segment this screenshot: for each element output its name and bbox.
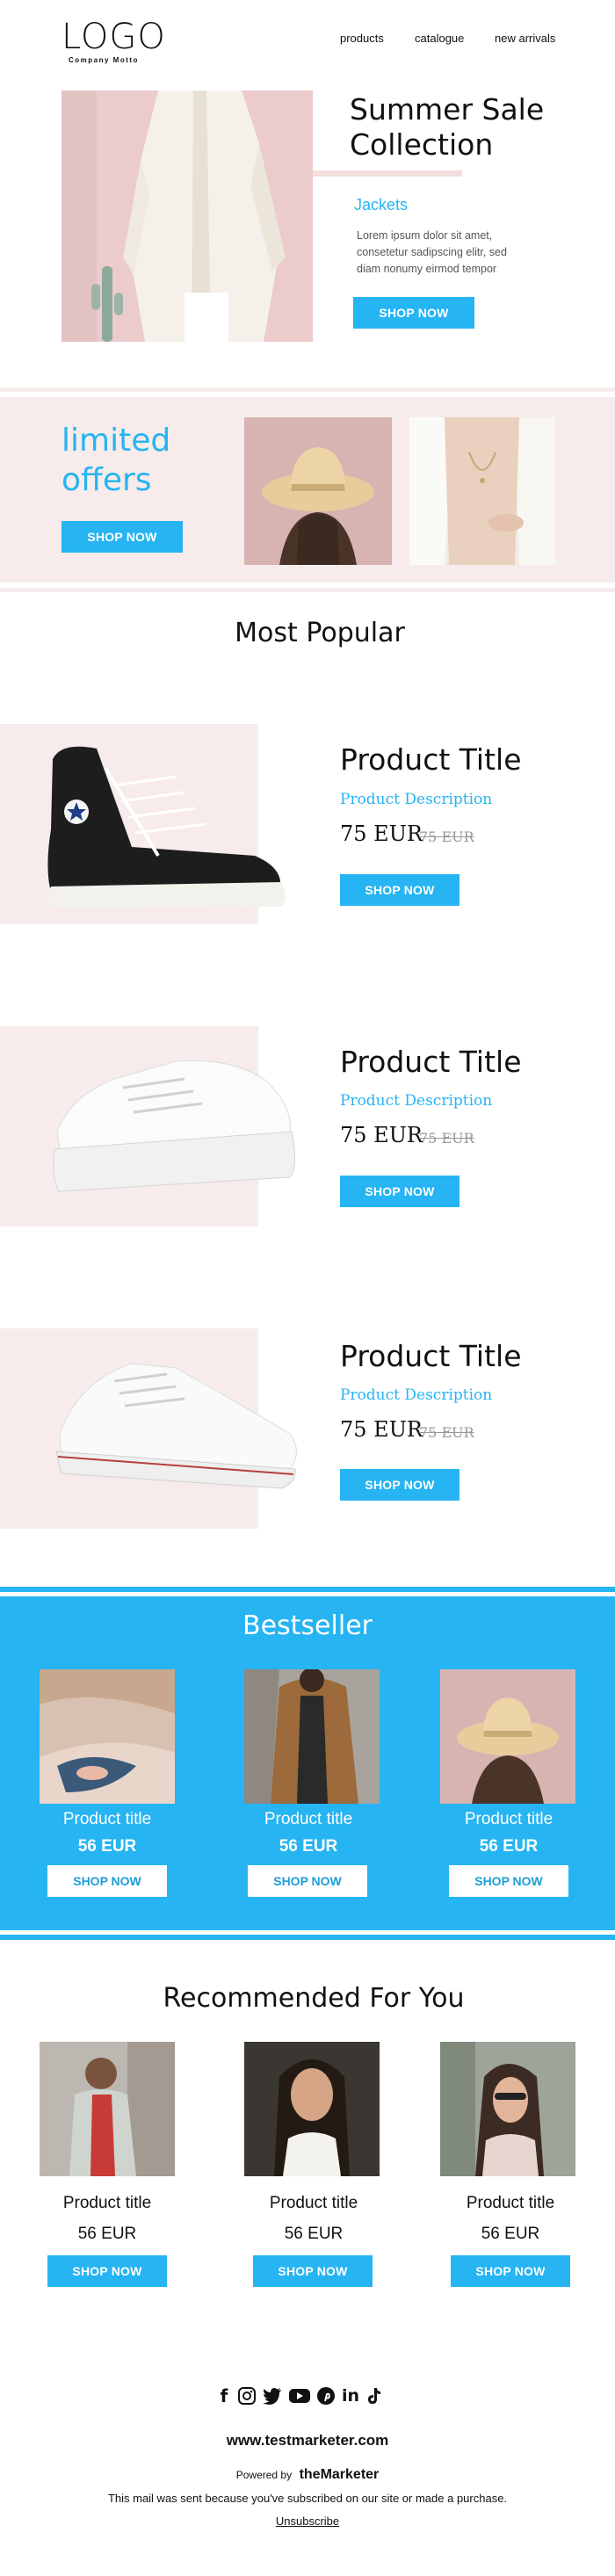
recommended-item-1-title: Product title [62,2194,152,2212]
bestseller-image-1 [40,1669,175,1804]
recommended-image-1 [40,2042,175,2176]
hero-image [62,90,313,342]
bestseller-top-line [0,1587,615,1592]
offers-bottom-line [0,588,615,592]
nav-products[interactable]: products [340,32,384,45]
product-2-price: 75 EUR [340,1123,423,1147]
hero-title-line1: Summer Sale [350,92,545,127]
recommended-item-1-shop-now-button[interactable]: SHOP NOW [47,2255,167,2287]
hero-shop-now-button[interactable]: SHOP NOW [353,297,474,329]
powered-by: Powered by theMarketer [0,2467,615,2483]
bestseller-item-1-price: 56 EUR [77,1837,137,1856]
nav-catalogue[interactable]: catalogue [415,32,464,45]
logo[interactable]: LOGO Company Motto [62,19,167,64]
bestseller-item-3-price: 56 EUR [479,1837,539,1856]
product-2-image [0,1026,301,1226]
hero-body-line: diam nonumy eirmod tempor [357,263,497,275]
offers-shop-now-button[interactable]: SHOP NOW [62,521,183,553]
recommended-item-2-shop-now-button[interactable]: SHOP NOW [253,2255,373,2287]
product-2-title: Product Title [340,1045,522,1079]
hero-body: Lorem ipsum dolor sit amet, consetetur s… [357,228,507,278]
themarketer-logo[interactable]: theMarketer [300,2467,380,2482]
product-1-image [0,724,301,924]
offers-section: limited offers SHOP NOW [0,397,615,582]
recommended-image-2 [244,2042,380,2176]
bestseller-image-3 [440,1669,575,1804]
facebook-icon[interactable]: f [216,2385,232,2406]
linkedin-icon[interactable]: in [341,2386,360,2406]
pinterest-icon[interactable] [316,2386,336,2406]
product-3-old-price: 75 EUR [419,1424,474,1441]
hero-title-line2: Collection [350,127,494,162]
offers-title-line1: limited [62,423,171,459]
unsubscribe-link[interactable]: Unsubscribe [0,2514,615,2528]
offer-image-hat [244,417,392,565]
bestseller-section: Bestseller Product title Product title P… [0,1596,615,1930]
footer-website[interactable]: www.testmarketer.com [0,2432,615,2449]
product-1-title: Product Title [340,742,522,777]
bestseller-heading: Bestseller [242,1610,373,1641]
twitter-icon[interactable] [262,2386,283,2406]
offers-top-line [0,387,615,392]
hero-pink-strip [313,170,462,177]
product-1-old-price: 75 EUR [419,829,474,845]
footer-notice: This mail was sent because you've subscr… [107,2492,508,2505]
tiktok-icon[interactable] [365,2386,383,2406]
nav-new-arrivals[interactable]: new arrivals [495,32,555,45]
product-1-price: 75 EUR [340,821,423,846]
offers-title-line2: offers [62,462,152,498]
recommended-item-1-price: 56 EUR [77,2225,137,2243]
bestseller-item-2-price: 56 EUR [279,1837,338,1856]
bestseller-item-3-title: Product title [464,1810,554,1828]
product-2-description: Product Description [340,1092,493,1110]
product-3-shop-now-button[interactable]: SHOP NOW [340,1469,459,1501]
company-motto: Company Motto [69,56,139,64]
social-icons: f in [216,2385,392,2406]
bestseller-item-2-title: Product title [264,1810,353,1828]
recommended-item-3-shop-now-button[interactable]: SHOP NOW [451,2255,570,2287]
product-1-shop-now-button[interactable]: SHOP NOW [340,874,459,906]
product-1-description: Product Description [340,791,493,808]
recommended-item-3-title: Product title [466,2194,555,2212]
recommended-image-3 [440,2042,575,2176]
bestseller-item-2-shop-now-button[interactable]: SHOP NOW [248,1865,367,1897]
bestseller-item-1-shop-now-button[interactable]: SHOP NOW [47,1865,167,1897]
youtube-icon[interactable] [288,2386,311,2406]
logo-text: LOGO [62,17,166,57]
product-2-old-price: 75 EUR [419,1130,474,1147]
recommended-heading: Recommended For You [163,1983,465,2014]
recommended-item-2-price: 56 EUR [284,2225,344,2243]
hero-title: Summer Sale Collection [350,92,544,163]
hero-subtitle: Jackets [354,196,409,213]
instagram-icon[interactable] [237,2386,257,2406]
powered-by-label: Powered by [235,2469,293,2481]
product-2-shop-now-button[interactable]: SHOP NOW [340,1176,459,1207]
recommended-item-2-title: Product title [269,2194,358,2212]
bestseller-bottom-line [0,1935,615,1940]
product-3-title: Product Title [340,1339,522,1373]
recommended-item-3-price: 56 EUR [481,2225,540,2243]
popular-heading: Most Popular [235,618,405,648]
product-3-image [0,1328,301,1529]
hero-body-line: Lorem ipsum dolor sit amet, [357,229,493,242]
product-3-description: Product Description [340,1386,493,1404]
product-3-price: 75 EUR [340,1417,423,1442]
offer-image-necklace [409,417,555,565]
bestseller-item-3-shop-now-button[interactable]: SHOP NOW [449,1865,568,1897]
bestseller-item-1-title: Product title [62,1810,152,1828]
offers-title: limited offers [62,421,170,500]
hero-body-line: consetetur sadipscing elitr, sed [357,246,507,258]
bestseller-image-2 [244,1669,380,1804]
